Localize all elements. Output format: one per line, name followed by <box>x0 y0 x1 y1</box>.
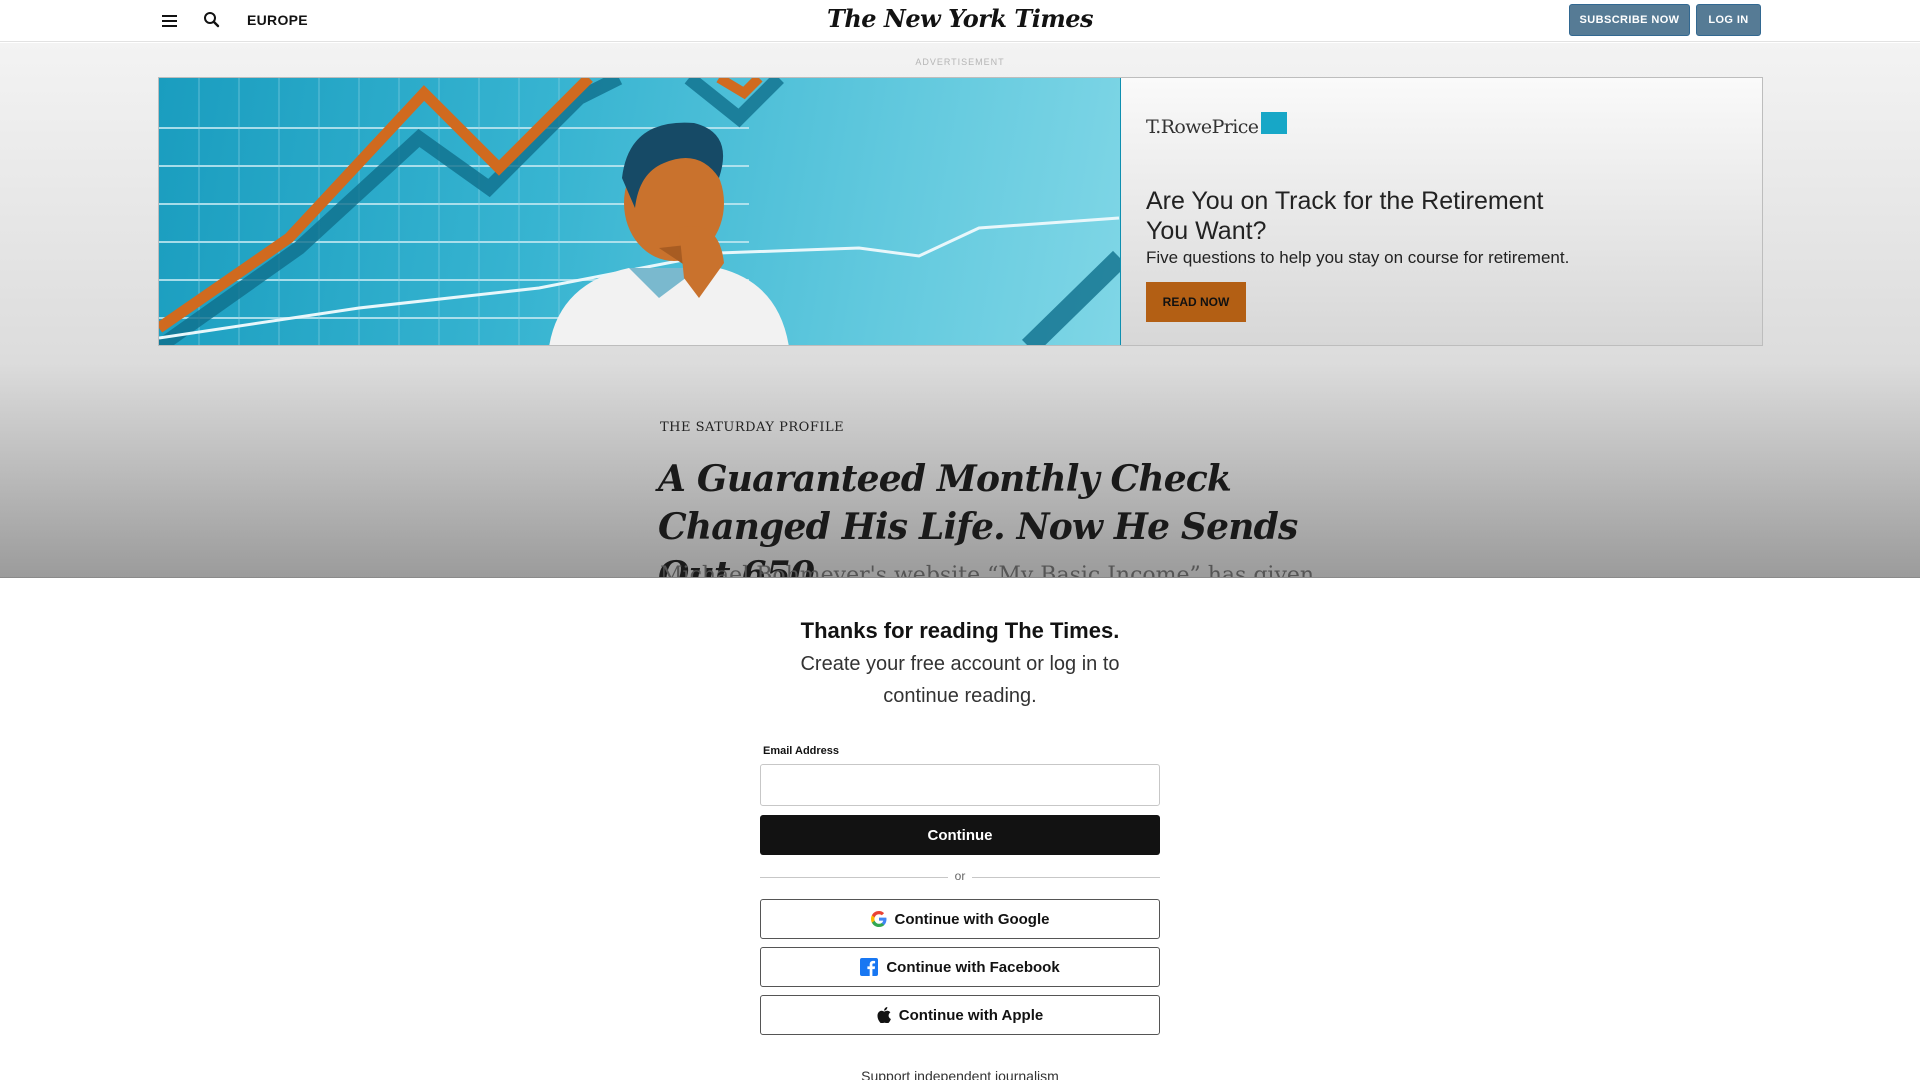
or-divider: or <box>760 869 1160 885</box>
subscribe-button[interactable]: SUBSCRIBE NOW <box>1569 4 1690 36</box>
ad-subtext: Five questions to help you stay on cours… <box>1146 248 1570 267</box>
google-button-label: Continue with Google <box>894 910 1050 928</box>
or-text: or <box>954 869 966 883</box>
search-icon[interactable] <box>202 10 222 30</box>
ad-headline: Are You on Track for the Retirement You … <box>1146 187 1544 245</box>
facebook-icon <box>860 958 879 976</box>
ad-brand-logo: T.RowePrice <box>1146 112 1288 138</box>
regiwall-title: Thanks for reading The Times. <box>800 618 1120 643</box>
article-kicker: THE SATURDAY PROFILE <box>660 420 845 435</box>
continue-button[interactable]: Continue <box>760 815 1160 855</box>
regiwall-subtitle: Create your free account or log in to co… <box>800 653 1120 707</box>
article-preview: THE SATURDAY PROFILE A Guaranteed Monthl… <box>0 363 1920 596</box>
hamburger-menu-icon[interactable] <box>160 12 180 30</box>
google-icon <box>870 911 887 927</box>
login-button[interactable]: LOG IN <box>1696 4 1761 36</box>
continue-with-apple-button[interactable]: Continue with Apple <box>760 995 1160 1035</box>
ad-banner[interactable]: T.RowePrice Are You on Track for the Ret… <box>158 77 1763 346</box>
site-logo[interactable]: The New York Times <box>760 4 1160 33</box>
ad-label: ADVERTISEMENT <box>915 57 1005 67</box>
ad-region: ADVERTISEMENT T.RowePrice Are You on Tra… <box>0 43 1920 363</box>
continue-with-facebook-button[interactable]: Continue with Facebook <box>760 947 1160 987</box>
apple-button-label: Continue with Apple <box>898 1006 1044 1024</box>
facebook-button-label: Continue with Facebook <box>886 958 1060 976</box>
email-field[interactable] <box>760 764 1160 806</box>
ad-copy: T.RowePrice Are You on Track for the Ret… <box>1120 78 1762 345</box>
continue-with-google-button[interactable]: Continue with Google <box>760 899 1160 939</box>
ad-illustration <box>159 78 1120 345</box>
site-header: EUROPE The New York Times SUBSCRIBE NOW … <box>0 0 1920 42</box>
apple-icon <box>877 1007 891 1023</box>
support-journalism-text: Support independent journalism <box>861 1068 1059 1080</box>
edition-link[interactable]: EUROPE <box>247 12 308 28</box>
registration-wall: Thanks for reading The Times. Create you… <box>0 577 1920 1080</box>
email-label: Email Address <box>763 745 840 757</box>
ad-read-now-button[interactable]: READ NOW <box>1146 282 1246 322</box>
